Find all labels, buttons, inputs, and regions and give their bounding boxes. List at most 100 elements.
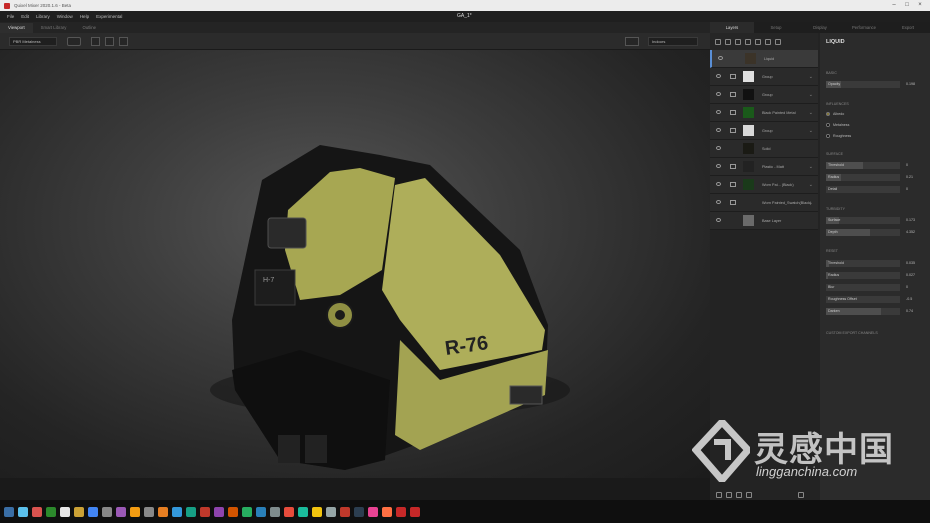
taskbar-app-icon[interactable] — [158, 506, 168, 517]
property-value[interactable]: 0 — [906, 284, 908, 291]
visibility-eye-icon[interactable] — [716, 146, 721, 150]
taskbar-app-icon[interactable] — [228, 506, 238, 517]
property-value[interactable]: 0.198 — [906, 81, 915, 88]
visibility-eye-icon[interactable] — [716, 164, 721, 168]
taskbar-app-icon[interactable] — [214, 506, 224, 517]
expand-chevron-icon[interactable]: ⌄ — [809, 194, 813, 212]
taskbar-app-icon[interactable] — [284, 506, 294, 517]
taskbar-app-icon[interactable] — [410, 506, 420, 517]
taskbar-app-icon[interactable] — [130, 506, 140, 517]
layer-row[interactable]: Black Painted Metal ⌄ — [710, 104, 818, 122]
menu-library[interactable]: Library — [36, 14, 50, 19]
menu-help[interactable]: Help — [80, 14, 89, 19]
taskbar-app-icon[interactable] — [270, 506, 280, 517]
visibility-eye-icon[interactable] — [716, 92, 721, 96]
taskbar-app-icon[interactable] — [200, 506, 210, 517]
tab-viewport[interactable]: Viewport — [0, 23, 33, 33]
visibility-eye-icon[interactable] — [716, 200, 721, 204]
taskbar-app-icon[interactable] — [4, 506, 14, 517]
taskbar-app-icon[interactable] — [368, 506, 378, 517]
property-value[interactable]: 0.035 — [906, 260, 915, 267]
layer-row[interactable]: Worn Painted_Swatch(Black) ⌄ — [710, 194, 818, 212]
camera-icon[interactable] — [625, 37, 639, 46]
menu-edit[interactable]: Edit — [21, 14, 29, 19]
expand-chevron-icon[interactable]: ⌄ — [809, 68, 813, 86]
taskbar-app-icon[interactable] — [256, 506, 266, 517]
layer-row[interactable]: Group ⌄ — [710, 122, 818, 140]
visibility-eye-icon[interactable] — [718, 56, 723, 60]
folder-icon[interactable] — [746, 492, 752, 498]
layer-row[interactable]: Plastic - Matt ⌄ — [710, 158, 818, 176]
property-value[interactable]: -0.5 — [906, 296, 912, 303]
liquid-layer-icon[interactable] — [755, 38, 761, 45]
turbidity-slider[interactable]: Surface 0.173 — [826, 217, 922, 224]
surface-slider[interactable]: Radius 0.21 — [826, 174, 922, 181]
layer-row[interactable]: Liquid — [710, 50, 818, 68]
property-value[interactable]: 0 — [906, 162, 908, 169]
property-value[interactable]: 0.74 — [906, 308, 913, 315]
tab-display[interactable]: Display — [798, 22, 842, 33]
visibility-eye-icon[interactable] — [716, 182, 721, 186]
group-icon[interactable] — [736, 492, 742, 498]
tab-setup[interactable]: Setup — [754, 22, 798, 33]
property-value[interactable]: 4.352 — [906, 229, 915, 236]
channel-toggle[interactable]: Albedo — [826, 110, 844, 117]
menu-experimental[interactable]: Experimental — [96, 14, 122, 19]
maximize-icon[interactable]: □ — [901, 0, 913, 11]
taskbar-app-icon[interactable] — [74, 506, 84, 517]
property-value[interactable]: 0 — [906, 186, 908, 193]
reset-slider[interactable]: Radius 0.027 — [826, 272, 922, 279]
turbidity-slider[interactable]: Depth 4.352 — [826, 229, 922, 236]
taskbar-app-icon[interactable] — [172, 506, 182, 517]
channel-toggle[interactable]: Metalness — [826, 121, 849, 128]
visibility-eye-icon[interactable] — [716, 74, 721, 78]
taskbar-app-icon[interactable] — [242, 506, 252, 517]
taskbar-app-icon[interactable] — [18, 506, 28, 517]
layout-grid-icon[interactable] — [119, 37, 128, 46]
tab-performance[interactable]: Performance — [842, 22, 886, 33]
taskbar-app-icon[interactable] — [354, 506, 364, 517]
settings-icon[interactable] — [67, 37, 81, 46]
taskbar-app-icon[interactable] — [382, 506, 392, 517]
visibility-eye-icon[interactable] — [716, 128, 721, 132]
taskbar-app-icon[interactable] — [102, 506, 112, 517]
taskbar-app-icon[interactable] — [326, 506, 336, 517]
layer-row[interactable]: Base Layer — [710, 212, 818, 230]
opacity-slider[interactable]: Opacity 0.198 — [826, 81, 922, 88]
layer-row[interactable]: Group ⌄ — [710, 86, 818, 104]
layer-row[interactable]: Group ⌄ — [710, 68, 818, 86]
minimize-icon[interactable]: – — [888, 0, 900, 11]
delete-icon[interactable] — [798, 492, 804, 498]
brush-icon[interactable] — [775, 38, 781, 45]
taskbar-app-icon[interactable] — [340, 506, 350, 517]
tab-layers[interactable]: Layers — [710, 22, 754, 33]
visibility-eye-icon[interactable] — [716, 110, 721, 114]
taskbar-app-icon[interactable] — [298, 506, 308, 517]
expand-chevron-icon[interactable]: ⌄ — [809, 158, 813, 176]
reset-slider[interactable]: Blur 0 — [826, 284, 922, 291]
expand-chevron-icon[interactable]: ⌄ — [809, 104, 813, 122]
taskbar-app-icon[interactable] — [116, 506, 126, 517]
tab-export[interactable]: Export — [886, 22, 930, 33]
taskbar-app-icon[interactable] — [396, 506, 406, 517]
taskbar-app-icon[interactable] — [60, 506, 70, 517]
reset-slider[interactable]: Roughness Offset -0.5 — [826, 296, 922, 303]
visibility-eye-icon[interactable] — [716, 218, 721, 222]
taskbar-app-icon[interactable] — [46, 506, 56, 517]
layer-row[interactable]: Solid — [710, 140, 818, 158]
menu-file[interactable]: File — [7, 14, 14, 19]
viewport[interactable]: R-76 H-7 — [0, 50, 710, 478]
reset-slider[interactable]: Threshold 0.035 — [826, 260, 922, 267]
taskbar-app-icon[interactable] — [312, 506, 322, 517]
layer-row[interactable]: Worn Pai... (Black) ⌄ — [710, 176, 818, 194]
close-icon[interactable]: × — [914, 0, 926, 11]
duplicate-layer-icon[interactable] — [726, 492, 732, 498]
surface-layer-icon[interactable] — [745, 38, 751, 45]
property-value[interactable]: 0.027 — [906, 272, 915, 279]
render-mode-dropdown[interactable]: PBR Metalness — [9, 37, 57, 46]
solid-layer-icon[interactable] — [735, 38, 741, 45]
surface-slider[interactable]: Threshold 0 — [826, 162, 922, 169]
expand-chevron-icon[interactable]: ⌄ — [809, 122, 813, 140]
add-layer-icon[interactable] — [715, 38, 721, 45]
tab-smart-library[interactable]: Smart Library — [33, 23, 75, 33]
